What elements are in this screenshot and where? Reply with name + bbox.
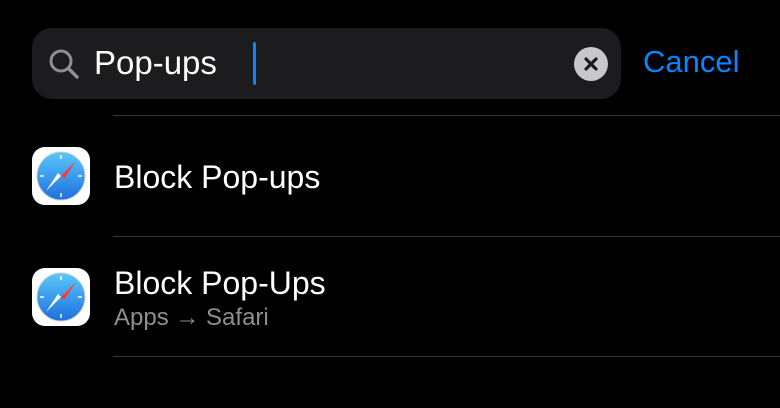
result-title: Block Pop-Ups (114, 265, 326, 301)
list-item[interactable]: Block Pop-ups (0, 116, 780, 236)
cancel-button[interactable]: Cancel (643, 42, 740, 82)
search-icon (46, 46, 82, 82)
safari-compass-icon (32, 147, 90, 205)
list-item[interactable]: Block Pop-Ups Apps → Safari (0, 237, 780, 357)
search-bar[interactable]: Pop-ups (32, 28, 621, 99)
safari-compass-icon (32, 268, 90, 326)
clear-icon[interactable] (574, 47, 608, 81)
result-title: Block Pop-ups (114, 159, 321, 195)
result-path: Apps → Safari (114, 304, 269, 331)
search-input[interactable]: Pop-ups (94, 40, 217, 86)
divider (113, 356, 780, 357)
text-cursor (253, 42, 256, 85)
